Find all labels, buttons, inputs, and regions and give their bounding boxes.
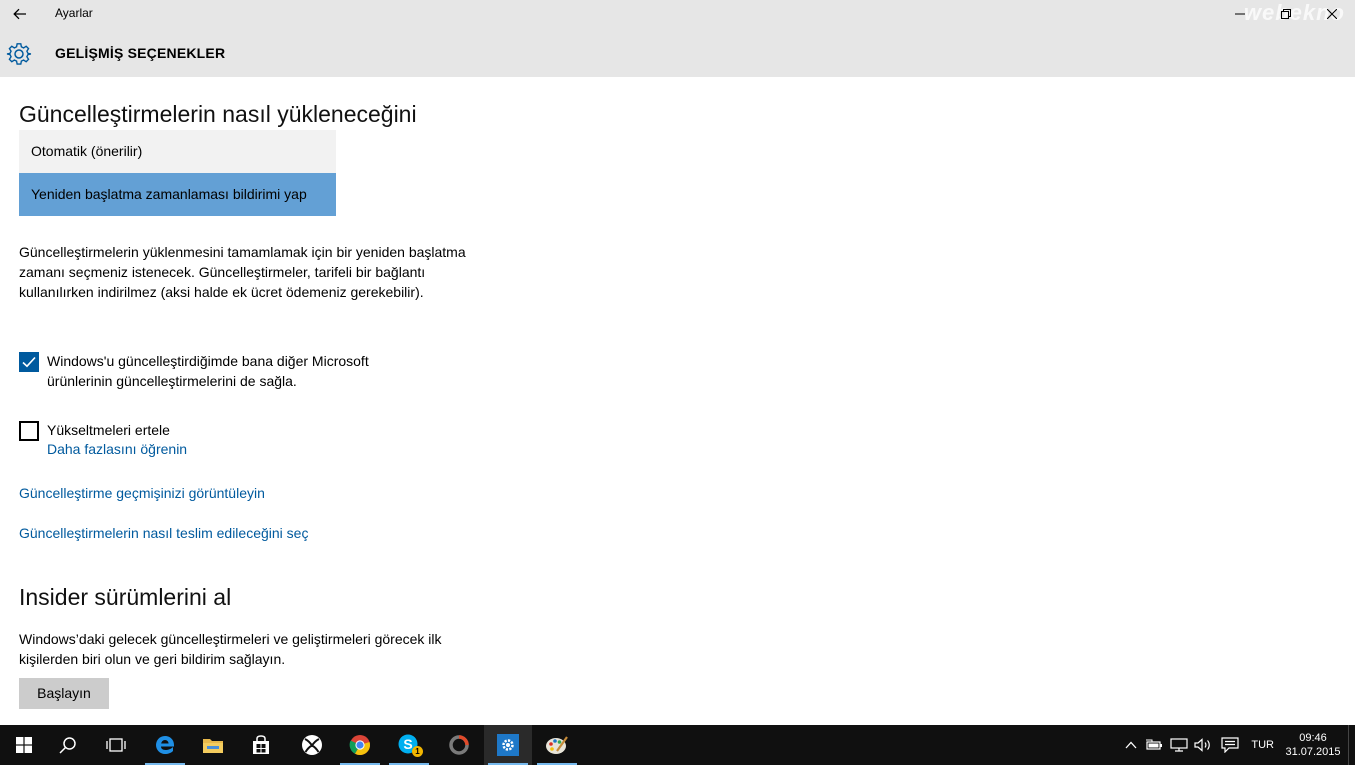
install-method-dropdown[interactable]: Otomatik (önerilir) Yeniden başlatma zam… (19, 130, 336, 216)
minimize-button[interactable] (1217, 0, 1263, 28)
settings-icon (497, 734, 519, 756)
edge-taskbar-button[interactable] (141, 725, 189, 765)
search-icon (59, 737, 76, 754)
insider-description: Windows’daki gelecek güncelleştirmeleri … (19, 631, 442, 667)
microsoft-products-checkbox[interactable] (19, 352, 39, 372)
show-desktop-button[interactable] (1348, 725, 1355, 765)
defer-upgrades-label: Yükseltmeleri ertele (47, 422, 170, 438)
option-notify-restart[interactable]: Yeniden başlatma zamanlaması bildirimi y… (19, 173, 336, 216)
app-title: Ayarlar (55, 6, 93, 20)
defer-upgrades-row[interactable]: Yükseltmeleri ertele (19, 420, 427, 441)
xbox-button[interactable] (288, 725, 336, 765)
chrome-icon (349, 735, 370, 756)
paint-icon (546, 736, 568, 754)
settings-window: Ayarlar webekno GELİŞMİŞ SEÇENEKLER Günc… (0, 0, 1355, 725)
store-button[interactable] (237, 725, 285, 765)
speaker-icon (1194, 738, 1211, 752)
title-bar: Ayarlar webekno GELİŞMİŞ SEÇENEKLER (0, 0, 1355, 77)
network-icon (1170, 738, 1188, 752)
defer-upgrades-checkbox[interactable] (19, 421, 39, 441)
edge-icon (156, 736, 174, 754)
get-started-button[interactable]: Başlayın (19, 678, 109, 709)
paint-taskbar-button[interactable] (533, 725, 581, 765)
notification-icon (1221, 737, 1239, 753)
task-view-icon (106, 738, 126, 752)
arrow-left-icon (13, 8, 26, 20)
battery-button[interactable] (1143, 725, 1167, 765)
xbox-icon (302, 735, 322, 755)
taskbar: S 1 TUR 09:46 31.07.2015 (0, 725, 1355, 765)
window-controls (1217, 0, 1355, 28)
clock-time: 09:46 (1299, 732, 1327, 744)
option-automatic[interactable]: Otomatik (önerilir) (19, 130, 336, 173)
close-icon (1327, 9, 1337, 19)
action-center-button[interactable] (1215, 725, 1245, 765)
close-button[interactable] (1309, 0, 1355, 28)
microsoft-products-label: Windows'u güncelleştirdiğimde bana diğer… (47, 353, 369, 389)
skype-badge: 1 (412, 746, 423, 757)
skype-taskbar-button[interactable]: S 1 (385, 725, 433, 765)
ring-app-icon (449, 735, 469, 755)
clock[interactable]: 09:46 31.07.2015 (1280, 731, 1346, 759)
search-button[interactable] (44, 725, 92, 765)
page-title: GELİŞMİŞ SEÇENEKLER (55, 45, 226, 61)
start-button[interactable] (0, 725, 48, 765)
restore-button[interactable] (1263, 0, 1309, 28)
back-button[interactable] (0, 0, 40, 28)
battery-icon (1146, 739, 1163, 750)
install-description: Güncelleştirmelerin yüklenmesini tamamla… (19, 244, 466, 300)
restore-icon (1281, 9, 1291, 19)
learn-more-link[interactable]: Daha fazlasını öğrenin (47, 441, 187, 457)
checkmark-icon (22, 356, 36, 368)
input-language[interactable]: TUR (1245, 739, 1280, 751)
file-explorer-button[interactable] (189, 725, 237, 765)
minimize-icon (1235, 13, 1245, 15)
install-heading: Güncelleştirmelerin nasıl yükleneceğini (19, 101, 417, 127)
delivery-method-link[interactable]: Güncelleştirmelerin nasıl teslim edilece… (19, 525, 308, 541)
app-taskbar-button[interactable] (435, 725, 483, 765)
microsoft-products-row[interactable]: Windows'u güncelleştirdiğimde bana diğer… (19, 351, 427, 391)
gear-icon (6, 43, 32, 65)
show-hidden-icons-button[interactable] (1119, 725, 1143, 765)
chevron-up-icon (1125, 741, 1137, 749)
network-button[interactable] (1167, 725, 1191, 765)
insider-heading: Insider sürümlerini al (19, 584, 232, 610)
chrome-taskbar-button[interactable] (336, 725, 384, 765)
system-tray: TUR 09:46 31.07.2015 (1119, 725, 1355, 765)
settings-taskbar-button[interactable] (484, 725, 532, 765)
clock-date: 31.07.2015 (1285, 746, 1341, 758)
update-history-link[interactable]: Güncelleştirme geçmişinizi görüntüleyin (19, 485, 265, 501)
task-view-button[interactable] (92, 725, 140, 765)
windows-logo-icon (16, 737, 32, 753)
folder-icon (203, 739, 223, 753)
volume-button[interactable] (1191, 725, 1215, 765)
store-icon (253, 735, 269, 754)
